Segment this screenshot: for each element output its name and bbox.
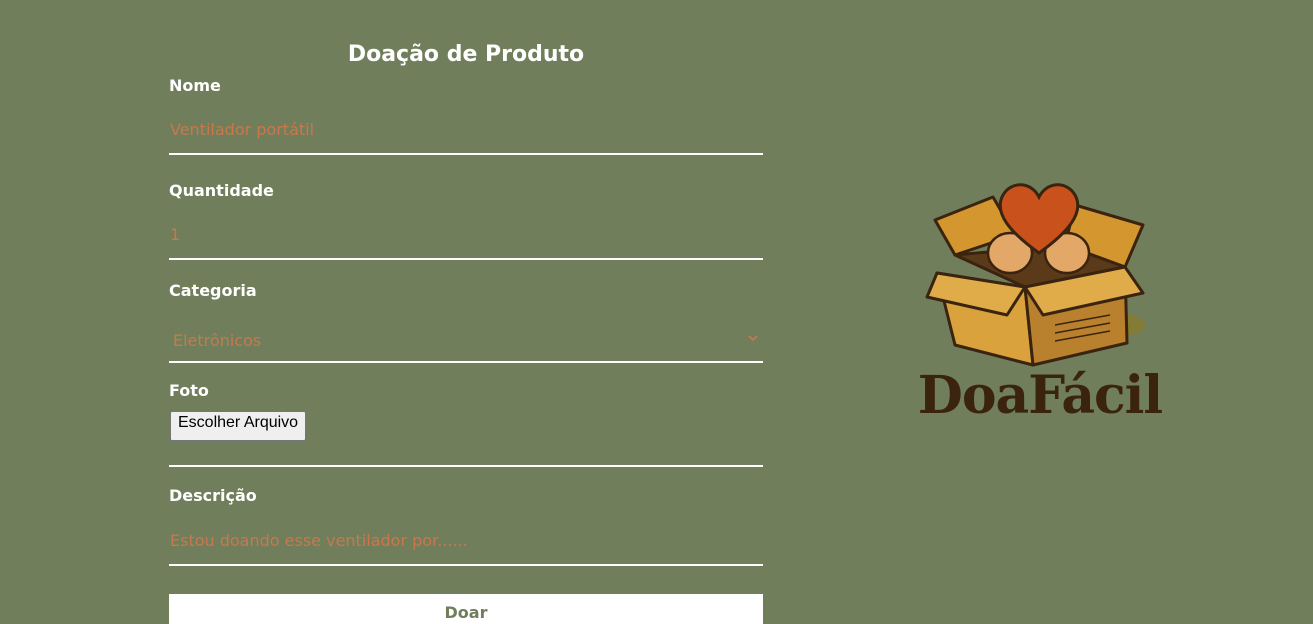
categoria-field-group: Categoria Eletrônicos [169, 281, 763, 363]
box-with-heart-icon [925, 183, 1145, 367]
quantidade-field-group: Quantidade [169, 181, 763, 260]
nome-field-group: Nome [169, 76, 763, 155]
foto-field-group: Foto Escolher Arquivo [169, 381, 763, 467]
donation-form: Doação de Produto Nome Quantidade Catego… [169, 38, 763, 624]
page: Doação de Produto Nome Quantidade Catego… [0, 0, 1313, 624]
categoria-label: Categoria [169, 281, 257, 300]
categoria-select[interactable]: Eletrônicos [169, 301, 763, 363]
chevron-down-icon [748, 335, 758, 342]
nome-input[interactable] [169, 96, 763, 155]
page-title: Doação de Produto [347, 42, 585, 67]
doar-button[interactable]: Doar [169, 594, 763, 624]
logo-text: DoaFácil [917, 365, 1163, 426]
descricao-label: Descrição [169, 486, 257, 505]
descricao-input[interactable] [169, 506, 763, 566]
foto-file-input: Escolher Arquivo [169, 401, 763, 467]
quantidade-input[interactable] [169, 201, 763, 260]
nome-label: Nome [169, 76, 221, 95]
foto-label: Foto [169, 381, 209, 400]
choose-file-button[interactable]: Escolher Arquivo [170, 411, 307, 441]
doafacil-logo: DoaFácil [915, 175, 1165, 435]
categoria-selected-value: Eletrônicos [173, 331, 262, 350]
quantidade-label: Quantidade [169, 181, 274, 200]
descricao-field-group: Descrição [169, 486, 763, 566]
